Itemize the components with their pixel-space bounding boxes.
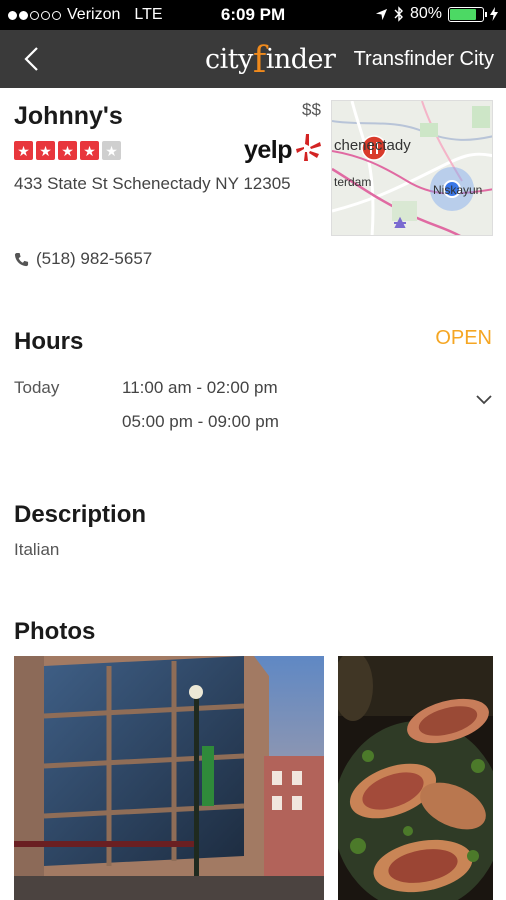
svg-text:Niskayun: Niskayun: [433, 183, 482, 197]
expand-hours-button[interactable]: [474, 393, 494, 407]
hours-title: Hours: [14, 328, 84, 355]
map-thumbnail[interactable]: chenectady terdam Niskayun: [331, 100, 493, 236]
star-icon: ★: [102, 141, 121, 160]
status-right: 80%: [375, 5, 498, 23]
photos-title: Photos: [14, 618, 96, 645]
city-selector-button[interactable]: Transfinder City: [354, 48, 494, 71]
hours-range: 05:00 pm - 09:00 pm: [122, 412, 279, 431]
food-photo-image: [338, 656, 493, 900]
description-title: Description: [14, 501, 147, 528]
back-button[interactable]: [18, 44, 48, 74]
charging-bolt-icon: [490, 7, 498, 21]
chevron-down-icon: [476, 395, 492, 405]
star-icon: ★: [14, 141, 33, 160]
yelp-wordmark: yelp: [244, 136, 293, 164]
battery-icon: [448, 6, 487, 22]
map-image: chenectady terdam Niskayun: [332, 101, 492, 235]
building-photo-image: [14, 656, 324, 900]
photo-building[interactable]: [14, 656, 324, 900]
bluetooth-icon: [394, 6, 403, 22]
star-icon: ★: [58, 141, 77, 160]
yelp-logo[interactable]: yelp: [244, 132, 324, 168]
status-bar: Verizon LTE 6:09 PM 80%: [0, 0, 506, 30]
navigation-bar: cityfinder Transfinder City: [0, 30, 506, 88]
location-arrow-icon: [375, 8, 388, 20]
phone-icon: [14, 252, 29, 266]
star-icon: ★: [80, 141, 99, 160]
star-icon: ★: [36, 141, 55, 160]
restaurant-address[interactable]: 433 State St Schenectady NY 12305: [14, 172, 304, 196]
svg-text:terdam: terdam: [334, 175, 371, 189]
phone-number: (518) 982-5657: [36, 249, 153, 268]
open-status-badge: OPEN: [435, 327, 492, 349]
yelp-burst-icon: [296, 134, 321, 161]
hours-range: 11:00 am - 02:00 pm: [122, 378, 278, 397]
chevron-left-icon: [24, 47, 38, 71]
svg-text:chenectady: chenectady: [334, 137, 411, 154]
battery-percent: 80%: [409, 5, 442, 22]
description-text: Italian: [14, 540, 60, 559]
photo-food[interactable]: [338, 656, 493, 900]
restaurant-name: Johnny's: [14, 102, 123, 130]
price-level: $$: [302, 100, 321, 119]
rating-stars: ★ ★ ★ ★ ★: [14, 141, 121, 160]
cityfinder-logo: cityfinder: [205, 40, 336, 81]
hours-day-label: Today: [14, 378, 60, 397]
phone-link[interactable]: (518) 982-5657: [14, 249, 152, 269]
